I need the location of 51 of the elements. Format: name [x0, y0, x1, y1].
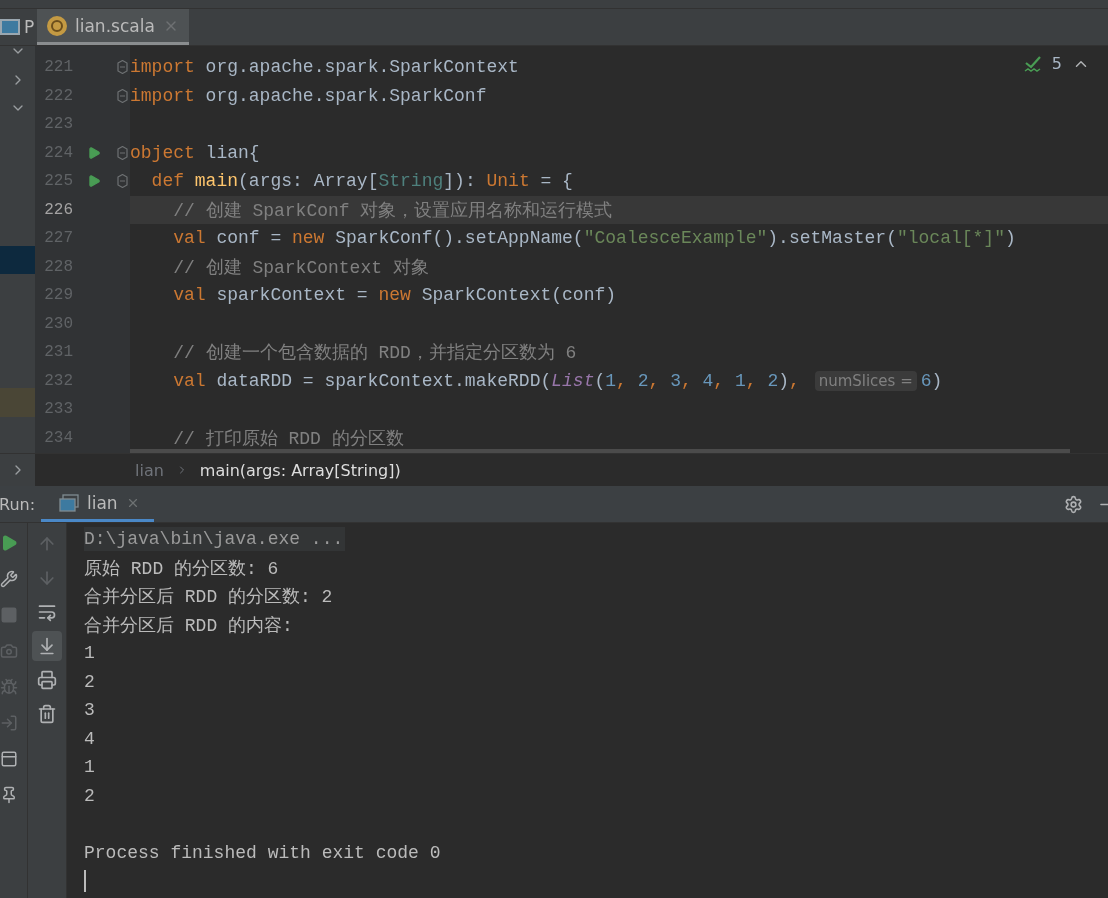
console-output: 合并分区后 RDD 的内容:	[84, 614, 293, 637]
panel-label: Run:	[0, 493, 37, 516]
console-output: 原始 RDD 的分区数: 6	[84, 557, 279, 580]
editor-tab[interactable]: lian.scala	[37, 9, 189, 45]
line-number: 226	[43, 200, 73, 219]
settings-icon[interactable]	[1064, 494, 1083, 514]
code-comment: // 创建一个包含数据的 RDD，并指定分区数为 6	[173, 342, 577, 365]
code-comment: // 创建 SparkContext 对象	[173, 256, 429, 279]
scroll-to-end-icon	[37, 636, 57, 656]
run-icon[interactable]	[87, 174, 101, 189]
console-output: 3	[84, 700, 95, 721]
console-output: 1	[84, 757, 95, 778]
fold-icon[interactable]	[117, 60, 128, 75]
text-cursor	[84, 870, 86, 893]
fold-icon[interactable]	[117, 88, 128, 103]
console-icon	[59, 493, 79, 512]
toolbar-button[interactable]	[32, 631, 62, 661]
code-text: 6)	[920, 370, 943, 391]
printer-icon	[37, 670, 57, 690]
window-icon[interactable]	[0, 19, 20, 35]
console-output: 合并分区后 RDD 的分区数: 2	[84, 586, 333, 609]
trash-icon	[37, 704, 57, 724]
code-text: import org.apache.spark.SparkContext	[130, 57, 519, 78]
panel-title[interactable]: P	[24, 17, 35, 37]
console-output: 2	[84, 785, 95, 806]
code-text: def main(args: Array[String]): Unit = {	[151, 171, 573, 192]
fold-icon[interactable]	[117, 145, 128, 160]
inlay-hint: numSlices =	[814, 370, 917, 391]
fold-icon[interactable]	[117, 174, 128, 189]
code-comment: // 打印原始 RDD 的分区数	[173, 427, 404, 450]
console-output: 4	[84, 728, 95, 749]
problem-count[interactable]: 5	[1051, 54, 1062, 73]
breadcrumb[interactable]: main(args: Array[String])	[199, 460, 401, 480]
wrap-icon	[37, 602, 57, 622]
code-text: val dataRDD = sparkContext.makeRDD(List(1, 2, 3, 4, 1, 2),	[173, 370, 801, 391]
code-text: import org.apache.spark.SparkConf	[130, 85, 487, 106]
code-text: val conf = new SparkConf().setAppName("CoalesceExample").setMaster("local[*]")	[173, 228, 1016, 249]
console-output: 2	[84, 671, 95, 692]
code-comment: // 创建 SparkConf 对象，设置应用名称和运行模式	[173, 199, 613, 222]
code-text: val sparkContext = new SparkContext(conf)	[173, 285, 617, 306]
run-icon[interactable]	[87, 145, 101, 160]
code-text: object lian{	[130, 142, 260, 163]
console-output: Process finished with exit code 0	[84, 842, 441, 863]
horizontal-scrollbar[interactable]	[130, 449, 1070, 453]
tree-row-marker[interactable]	[0, 388, 35, 417]
console-command: D:\java\bin\java.exe ...	[84, 527, 346, 552]
scala-file-icon	[47, 15, 67, 36]
check-icon[interactable]	[1023, 54, 1042, 73]
console-output: 1	[84, 643, 95, 664]
breadcrumb[interactable]: lian	[135, 460, 164, 480]
run-tab[interactable]: lian	[41, 486, 154, 522]
